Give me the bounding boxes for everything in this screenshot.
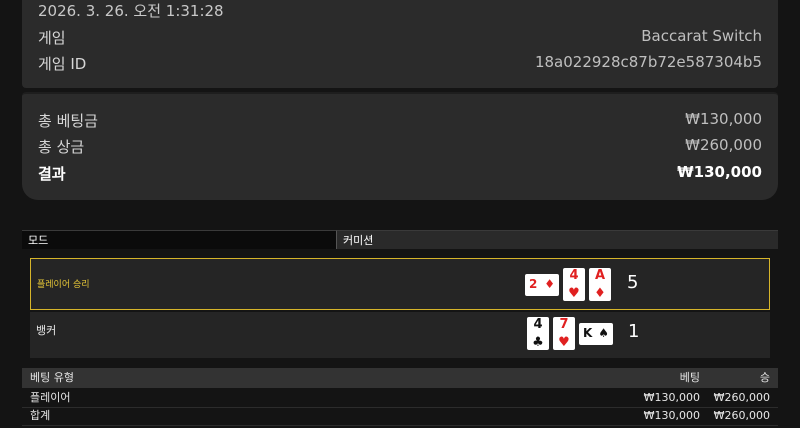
total-bet-row: 총 베팅금 ₩130,000: [38, 110, 762, 131]
bets-table-header: 베팅 유형 베팅 승: [22, 368, 778, 388]
bet-amount-cell: ₩130,000: [643, 391, 700, 404]
player-hand-row: 플레이어 승리 2 ♦ 4 ♥ A ♦ 5: [30, 258, 770, 310]
card-rank: K: [583, 326, 593, 340]
mode-bar: 모드 커미션: [22, 230, 778, 249]
game-info-card: 2026. 3. 26. 오전 1:31:28 게임 Baccarat Swit…: [22, 0, 778, 88]
summary-card: 총 베팅금 ₩130,000 총 상금 ₩260,000 결과 ₩130,000: [22, 92, 778, 200]
playing-card: 7 ♥: [553, 317, 575, 350]
total-win-row: 총 상금 ₩260,000: [38, 136, 762, 157]
bet-type-cell: 플레이어: [30, 391, 71, 404]
total-win-label: 총 상금: [38, 138, 85, 156]
banker-cards: 4 ♣ 7 ♥ K ♠: [527, 317, 613, 350]
game-id-label: 게임 ID: [38, 55, 87, 73]
card-rank: 4: [533, 317, 543, 332]
game-id-row: 게임 ID 18a022928c87b72e587304b5: [38, 53, 762, 74]
card-rank: 4: [569, 268, 579, 283]
total-bet-value: ₩130,000: [685, 110, 762, 128]
commission-label: 커미션: [336, 230, 778, 249]
total-win-cell: ₩260,000: [713, 409, 770, 422]
table-row-total: 합계 ₩130,000 ₩260,000: [22, 407, 778, 426]
card-rank: 7: [559, 317, 569, 332]
col-win: 승: [759, 371, 770, 384]
game-label: 게임: [38, 29, 66, 47]
playing-card: 2 ♦: [525, 274, 559, 296]
result-value: ₩130,000: [677, 163, 762, 181]
table-row: 플레이어 ₩130,000 ₩260,000: [22, 389, 778, 408]
card-rank: 2: [529, 277, 538, 291]
banker-hand-row: 뱅커 4 ♣ 7 ♥ K ♠ 1: [30, 312, 770, 358]
round-datetime: 2026. 3. 26. 오전 1:31:28: [38, 2, 224, 20]
card-suit: ♦: [544, 277, 555, 291]
total-win-value: ₩260,000: [685, 136, 762, 154]
card-suit: ♥: [568, 286, 580, 301]
playing-card: 4 ♣: [527, 317, 549, 350]
card-rank: A: [594, 268, 606, 283]
total-label-cell: 합계: [30, 409, 51, 422]
game-id-value: 18a022928c87b72e587304b5: [534, 53, 762, 71]
banker-hand-label: 뱅커: [36, 324, 57, 337]
game-value: Baccarat Switch: [641, 27, 762, 45]
card-suit: ♦: [594, 286, 606, 301]
playing-card: 4 ♥: [563, 268, 585, 301]
col-bet: 베팅: [679, 371, 700, 384]
col-bet-type: 베팅 유형: [30, 371, 74, 384]
total-bet-cell: ₩130,000: [643, 409, 700, 422]
card-suit: ♠: [598, 326, 609, 340]
player-score: 5: [627, 272, 639, 293]
player-hand-label: 플레이어 승리: [37, 280, 90, 290]
card-suit: ♣: [532, 335, 544, 350]
mode-label: 모드: [22, 230, 336, 249]
banker-score: 1: [628, 321, 640, 342]
player-cards: 2 ♦ 4 ♥ A ♦: [525, 268, 611, 301]
datetime-row: 2026. 3. 26. 오전 1:31:28: [38, 0, 762, 21]
playing-card: K ♠: [579, 323, 613, 345]
result-row: 결과 ₩130,000: [38, 163, 762, 184]
playing-card: A ♦: [589, 268, 611, 301]
total-bet-label: 총 베팅금: [38, 112, 98, 130]
result-label: 결과: [38, 165, 66, 183]
card-suit: ♥: [558, 335, 570, 350]
game-row: 게임 Baccarat Switch: [38, 27, 762, 48]
win-amount-cell: ₩260,000: [713, 391, 770, 404]
